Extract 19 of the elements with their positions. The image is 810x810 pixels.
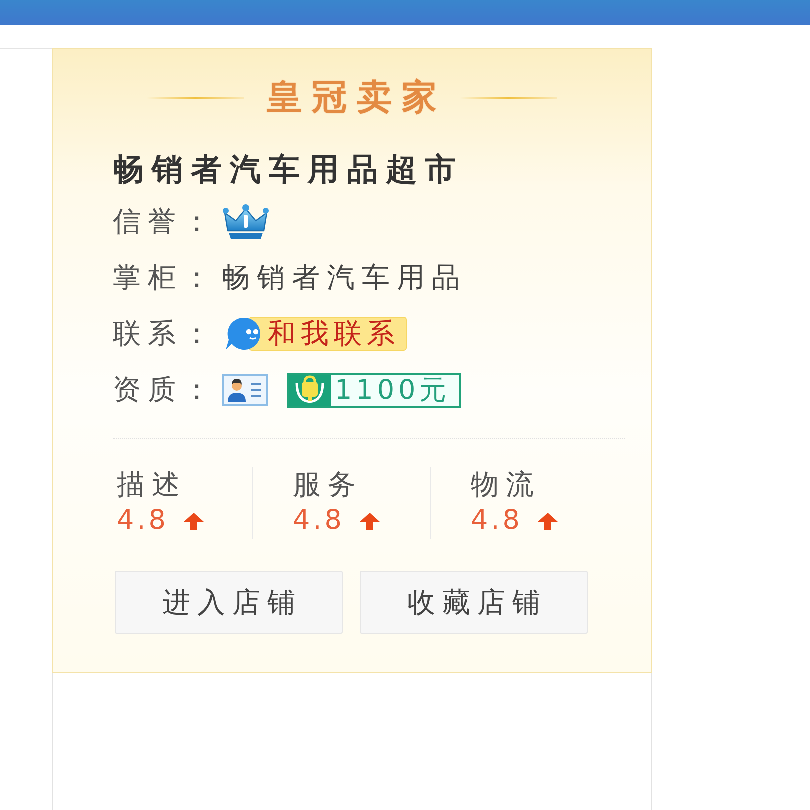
crown-icon [222,204,270,240]
rating-score: 4.8 [117,504,169,538]
card-title: 皇冠卖家 [266,77,447,120]
shop-button[interactable]: 进入店铺 [115,571,343,634]
shop-button[interactable]: 收藏店铺 [360,571,588,634]
info-label: 信誉： [113,204,218,240]
rating-label: 物流 [471,467,541,503]
deposit-amount: 1100元 [334,374,452,406]
rating-score: 4.8 [471,504,523,538]
id-card-icon [222,374,268,406]
rating-score: 4.8 [293,504,345,538]
info-label: 资质： [113,372,218,408]
shop-name: 畅销者汽车用品超市 [113,151,464,190]
shopkeeper-name: 畅销者汽车用品 [222,260,467,296]
chat-bubble-icon [225,317,263,351]
info-label: 掌柜： [113,260,218,296]
info-label: 联系： [113,316,218,352]
rating-label: 描述 [117,467,187,503]
rating-label: 服务 [293,467,363,503]
